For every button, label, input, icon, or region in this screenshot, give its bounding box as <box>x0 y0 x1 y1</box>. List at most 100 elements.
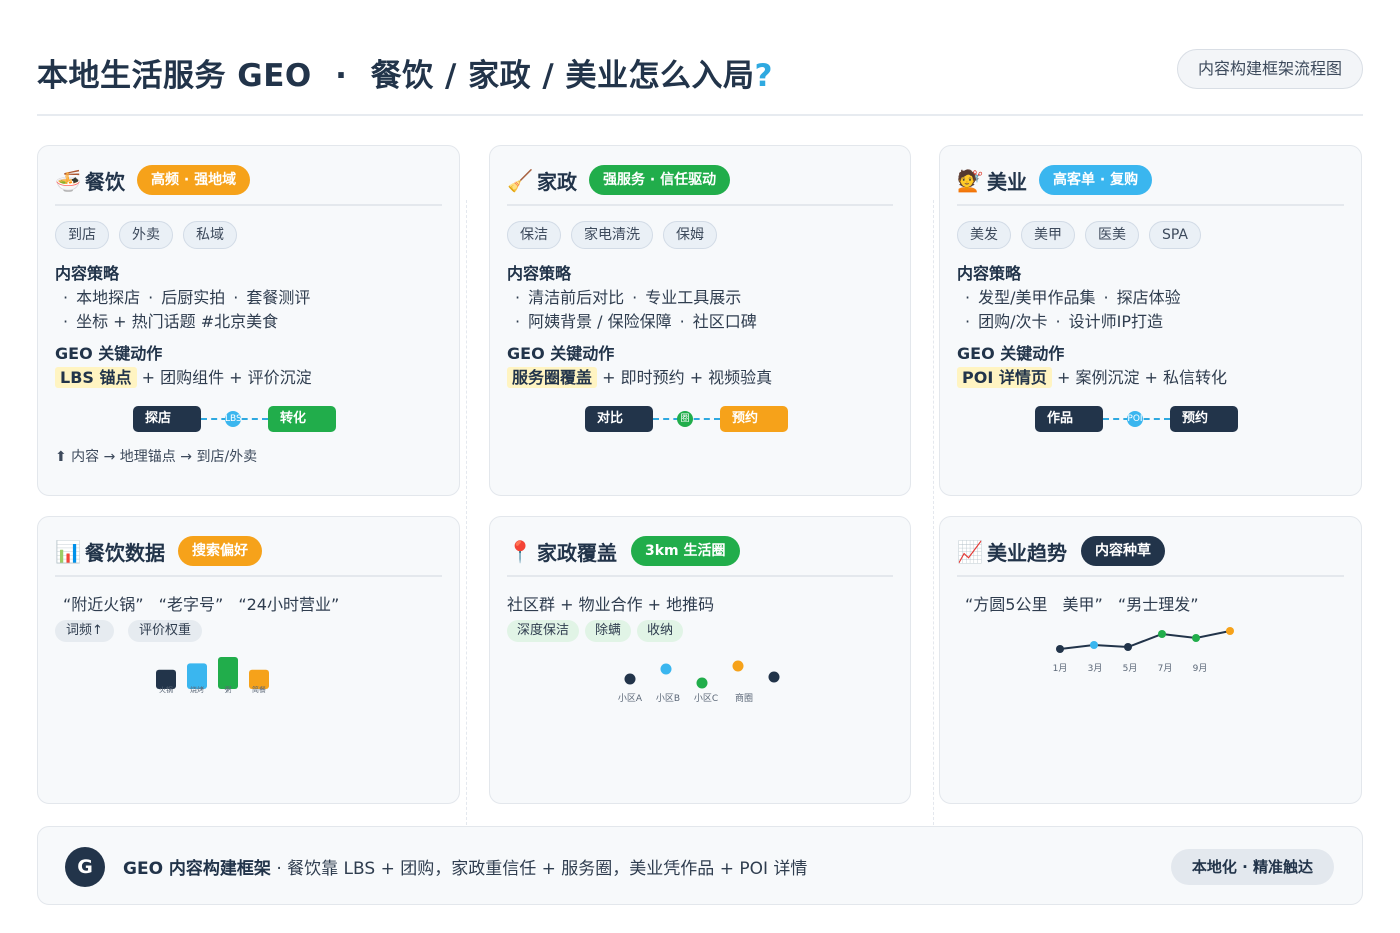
map-pin-icon: 📍 <box>507 540 534 564</box>
geo-title: GEO 关键动作 <box>957 344 1065 363</box>
header: 本地生活服务 GEO · 餐饮 / 家政 / 美业怎么入局? 内容构建框架流程图 <box>37 46 1363 116</box>
strategy-title: 内容策略 <box>957 264 1022 283</box>
bar-label: 粥 <box>225 685 232 694</box>
card-beauty-trend: 📈 美业趋势 内容种草 “方圆5公里 美甲” “男士理发” 1月 3月 5月 7月 9月 <box>939 516 1362 804</box>
footer-banner: G GEO 内容构建框架 · 餐饮靠 LBS + 团购，家政重信任 + 服务圈，… <box>37 826 1363 905</box>
tag-spa[interactable]: SPA <box>1149 221 1202 249</box>
trend-line-chart: 1月 3月 5月 7月 9月 <box>1053 627 1234 674</box>
chip-frequency: 词频↑ <box>55 620 114 642</box>
geo-title: GEO 关键动作 <box>55 344 163 363</box>
trend-point <box>1090 641 1098 649</box>
strategy-line: · 清洁前后对比 · 专业工具展示 <box>515 288 742 307</box>
card-badge: 高频 · 强地域 <box>137 165 251 195</box>
card-beauty: 💇 美业 高客单 · 复购 美发 美甲 医美 SPA 内容策略 · 发型/美甲作品… <box>939 145 1362 496</box>
card-catering: 🍜 餐饮 高频 · 强地域 到店 外卖 私域 内容策略 · 本地探店 · 后厨实拍 · 套… <box>37 145 460 496</box>
scatter-label: 小区C <box>694 693 718 704</box>
tag-hair[interactable]: 美发 <box>957 221 1011 249</box>
tag-baojie[interactable]: 保洁 <box>507 221 561 249</box>
chip-mite-removal: 除螨 <box>585 620 632 642</box>
page-title: 本地生活服务 GEO · 餐饮 / 家政 / 美业怎么入局? <box>37 58 773 94</box>
tag-waimai[interactable]: 外卖 <box>119 221 173 249</box>
mini-bar-chart: 火锅 烧烤 粥 简餐 <box>156 657 269 694</box>
tag-appliance-cleaning[interactable]: 家电清洗 <box>571 221 653 249</box>
strategy-line: · 阿姨背景 / 保险保障 · 社区口碑 <box>515 312 757 331</box>
card-badge: 内容种草 <box>1081 536 1165 566</box>
strategy-title: 内容策略 <box>55 264 120 283</box>
geo-action: 服务圈覆盖 + 即时预约 + 视频验真 <box>507 364 772 388</box>
card-housekeeping-coverage: 📍 家政覆盖 3km 生活圈 社区群 + 物业合作 + 地推码 深度保洁 除螨 … <box>489 516 911 804</box>
geo-logo-icon: G <box>65 847 105 887</box>
flow-node-mid: POI <box>1127 411 1143 427</box>
trend-chart-icon: 📈 <box>957 540 984 564</box>
scatter-point <box>624 673 636 685</box>
card-catering-data: 📊 餐饮数据 搜索偏好 “附近火锅” “老字号” “24小时营业” 词频↑ 评价… <box>37 516 460 804</box>
scatter-point <box>732 660 744 672</box>
footer-chip[interactable]: 本地化 · 精准触达 <box>1170 849 1334 885</box>
card-housekeeping: 🧹 家政 强服务 · 信任驱动 保洁 家电清洗 保姆 内容策略 · 清洁前后对比 ·… <box>489 145 911 496</box>
card-badge: 3km 生活圈 <box>631 536 740 566</box>
scatter-point <box>696 677 708 689</box>
card-title: 家政 <box>537 170 577 194</box>
flow-node-start: 对比 <box>585 406 653 432</box>
bar-chart-icon: 📊 <box>55 540 82 564</box>
trend-line <box>1059 630 1231 650</box>
geo-action: LBS 锚点 + 团购组件 + 评价沉淀 <box>55 364 312 388</box>
tag-medical-beauty[interactable]: 医美 <box>1085 221 1139 249</box>
footer-summary: GEO 内容构建框架 · 餐饮靠 LBS + 团购，家政重信任 + 服务圈，美业… <box>123 859 808 879</box>
trend-point <box>1192 634 1200 642</box>
scatter-label: 商圈 <box>735 692 753 704</box>
flow-node-mid: 圈 <box>677 411 693 427</box>
channel-text: 社区群 + 物业合作 + 地推码 <box>507 595 715 614</box>
flow-node-mid: LBS <box>225 411 241 427</box>
card-title: 美业 <box>987 170 1027 194</box>
framework-flowchart-chip[interactable]: 内容构建框架流程图 <box>1176 49 1363 89</box>
strategy-line: · 本地探店 · 后厨实拍 · 套餐测评 <box>63 288 311 307</box>
trend-point <box>1226 627 1234 635</box>
scatter-label: 小区A <box>618 693 643 704</box>
flow-diagram: 探店 LBS 转化 <box>133 404 343 434</box>
trend-point <box>1124 643 1132 651</box>
flow-diagram: 作品 POI 预约 <box>1035 404 1245 434</box>
flow-node-end: 转化 <box>268 406 336 432</box>
card-badge: 高客单 · 复购 <box>1039 165 1153 195</box>
tag-siyu[interactable]: 私域 <box>183 221 237 249</box>
tag-nanny[interactable]: 保姆 <box>663 221 717 249</box>
tag-daodian[interactable]: 到店 <box>55 221 109 249</box>
card-badge: 强服务 · 信任驱动 <box>589 165 731 195</box>
bar <box>218 657 238 689</box>
strategy-line: · 坐标 + 热门话题 #北京美食 <box>63 312 279 331</box>
scatter-point <box>768 671 780 683</box>
trend-point <box>1056 645 1064 653</box>
scatter-label: 小区B <box>656 693 680 704</box>
search-keywords: “附近火锅” “老字号” “24小时营业” <box>63 595 340 614</box>
flow-node-start: 作品 <box>1035 406 1103 432</box>
card-badge: 搜索偏好 <box>178 536 262 566</box>
noodle-bowl-icon: 🍜 <box>55 169 82 193</box>
flow-node-start: 探店 <box>133 406 201 432</box>
bar-label: 火锅 <box>159 685 173 694</box>
chip-review-weight: 评价权重 <box>128 620 203 642</box>
card-title: 餐饮 <box>85 170 125 194</box>
flow-node-end: 预约 <box>1170 406 1238 432</box>
flow-diagram: 对比 圈 预约 <box>585 404 795 434</box>
trend-point <box>1158 630 1166 638</box>
flow-node-end: 预约 <box>720 406 788 432</box>
x-tick-label: 9月 <box>1193 663 1208 674</box>
broom-icon: 🧹 <box>507 169 534 193</box>
card-title: 美业趋势 <box>987 541 1067 565</box>
bar-label: 简餐 <box>252 685 266 694</box>
haircut-person-icon: 💇 <box>957 169 984 193</box>
tag-nails[interactable]: 美甲 <box>1021 221 1075 249</box>
x-tick-label: 3月 <box>1088 663 1103 674</box>
flow-note: ⬆ 内容 → 地理锚点 → 到店/外卖 <box>55 449 258 465</box>
strategy-line: · 发型/美甲作品集 · 探店体验 <box>965 288 1181 307</box>
coverage-scatter: 小区A 小区B 小区C 商圈 <box>618 660 780 704</box>
scatter-point <box>660 663 672 675</box>
divider <box>933 200 934 830</box>
chip-storage: 收纳 <box>637 620 684 642</box>
x-tick-label: 1月 <box>1053 663 1068 674</box>
chip-deep-clean: 深度保洁 <box>507 620 580 642</box>
strategy-title: 内容策略 <box>507 264 572 283</box>
strategy-line: · 团购/次卡 · 设计师IP打造 <box>965 312 1163 331</box>
trend-keywords: “方圆5公里 美甲” “男士理发” <box>965 595 1199 614</box>
